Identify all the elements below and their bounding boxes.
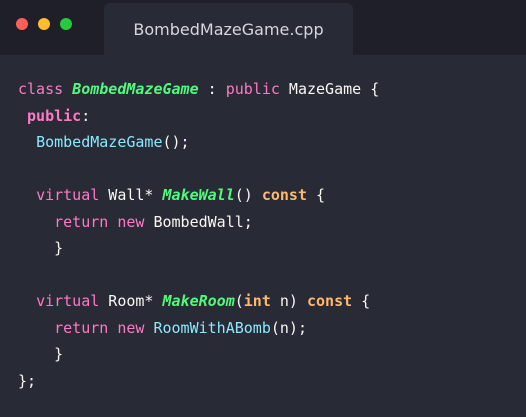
code-token: return	[54, 318, 109, 337]
code-token: RoomWithABomb	[153, 318, 271, 337]
file-tab[interactable]: BombedMazeGame.cpp	[104, 3, 353, 55]
code-token: :	[198, 80, 226, 98]
code-token: MakeWall	[162, 186, 235, 204]
code-editor[interactable]: class BombedMazeGame : public MazeGame {…	[0, 76, 379, 394]
code-token: BombedMazeGame	[36, 133, 163, 151]
code-token: new	[117, 318, 145, 337]
title-bar: BombedMazeGame.cpp	[0, 0, 526, 55]
code-token: Wall*	[99, 186, 163, 204]
code-token: const	[307, 292, 353, 310]
code-token: }	[18, 345, 64, 363]
code-token: public	[18, 106, 82, 125]
minimize-window-icon[interactable]	[38, 18, 50, 30]
code-line: virtual Wall* MakeWall() const {	[18, 182, 379, 209]
code-token: };	[18, 371, 37, 390]
file-tab-label: BombedMazeGame.cpp	[133, 19, 324, 39]
code-token: new	[117, 212, 145, 231]
code-line: };	[18, 368, 379, 395]
code-line: return new RoomWithABomb(n);	[18, 315, 379, 342]
code-token: const	[261, 186, 307, 204]
code-token: }	[18, 239, 64, 257]
code-token: int	[243, 292, 271, 310]
code-token: class	[18, 80, 73, 98]
code-token: return	[54, 212, 109, 231]
code-token: ();	[162, 133, 190, 151]
code-token: BombedMazeGame	[72, 80, 199, 98]
code-token: {	[307, 186, 326, 204]
code-token: Room*	[99, 292, 163, 310]
code-line: }	[18, 341, 379, 368]
code-token: (	[234, 292, 244, 310]
code-token: public	[225, 80, 280, 98]
code-line: public:	[18, 103, 379, 130]
code-token: MakeRoom	[162, 292, 235, 310]
maximize-window-icon[interactable]	[60, 18, 72, 30]
code-token: BombedWall;	[144, 212, 253, 231]
code-token: virtual	[36, 292, 100, 310]
code-token: MazeGame {	[279, 80, 380, 98]
code-line: return new BombedWall;	[18, 209, 379, 236]
close-window-icon[interactable]	[16, 18, 28, 30]
code-token: n)	[270, 292, 307, 310]
code-token: {	[352, 292, 371, 310]
code-line: virtual Room* MakeRoom(int n) const {	[18, 288, 379, 315]
code-window: BombedMazeGame.cpp class BombedMazeGame …	[0, 0, 526, 417]
code-token: virtual	[36, 186, 100, 204]
code-token: :	[81, 106, 91, 125]
code-line: BombedMazeGame();	[18, 129, 379, 156]
code-token: (n);	[270, 318, 307, 337]
code-line: }	[18, 235, 379, 262]
code-token: ()	[234, 186, 262, 204]
code-line: class BombedMazeGame : public MazeGame {	[18, 76, 379, 103]
